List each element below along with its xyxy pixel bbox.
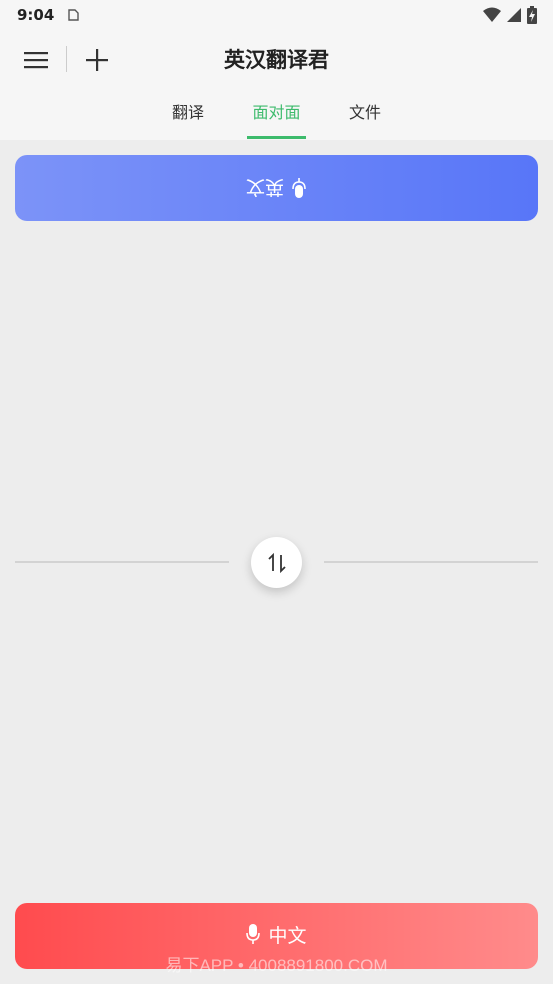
divider-right [324,561,538,563]
signal-icon [507,8,521,22]
status-time: 9:04 [17,6,55,24]
status-icons [483,6,537,24]
wifi-icon [483,7,501,22]
battery-charging-icon [527,6,537,24]
english-speak-button[interactable]: 英文 [15,155,538,221]
app-header: 英汉翻译君 翻译 面对面 文件 [0,32,553,140]
tab-translate[interactable]: 翻译 [160,100,216,140]
watermark: 易下APP • 4008891800.COM [165,956,388,975]
page-title: 英汉翻译君 [224,48,329,72]
chinese-speak-label: 中文 [268,924,307,947]
english-speak-label: 英文 [246,175,285,198]
status-bar: 9:04 [0,0,553,32]
notification-icon [68,9,79,21]
microphone-icon [292,178,307,198]
swap-language-button[interactable] [251,537,302,588]
swap-vertical-icon [267,552,286,573]
tab-bar: 翻译 面对面 文件 [0,100,553,140]
active-tab-indicator [247,136,306,139]
microphone-icon [246,924,261,944]
tab-face-to-face[interactable]: 面对面 [247,100,306,140]
divider-left [15,561,229,563]
tab-file[interactable]: 文件 [338,100,392,140]
